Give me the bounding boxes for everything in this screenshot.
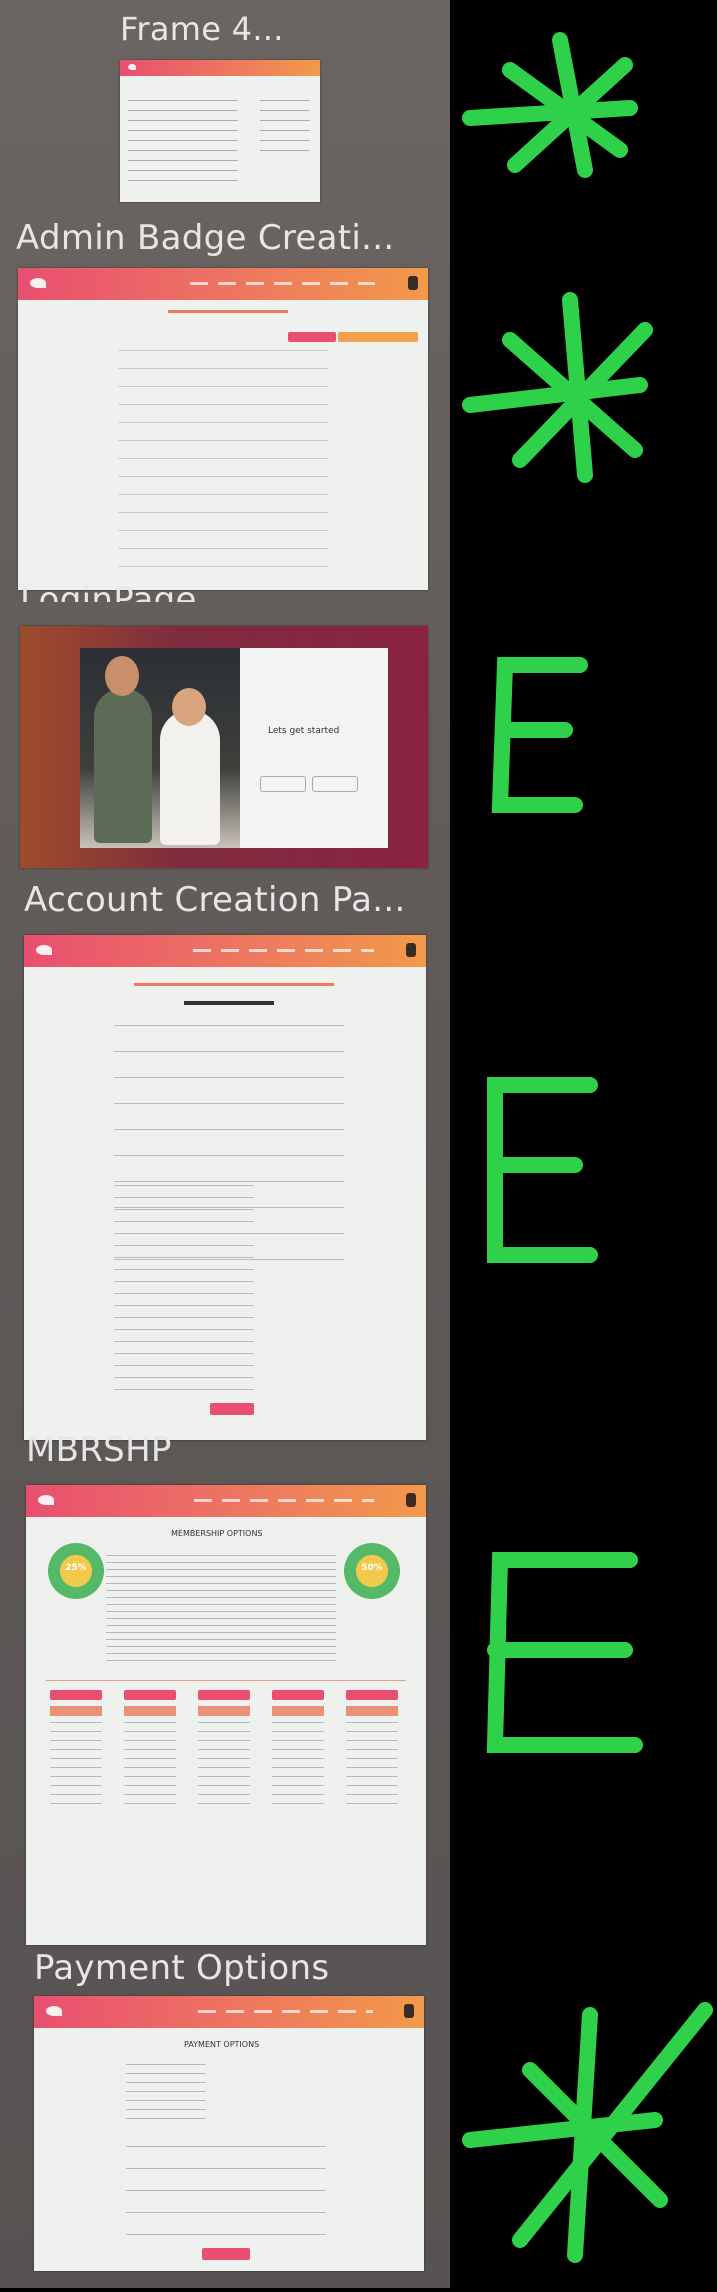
discount-badge-right: 50% — [344, 1543, 400, 1599]
account-title-placeholder — [134, 983, 334, 986]
frame-thumb-payment-options[interactable]: PAYMENT OPTIONS — [34, 1996, 424, 2271]
logo-icon — [38, 1495, 54, 1505]
badge-table — [118, 350, 328, 580]
logo-icon — [128, 64, 136, 70]
frame-label-account-creation[interactable]: Account Creation Pa... — [24, 880, 406, 920]
annotation-area — [450, 0, 717, 2288]
gear-icon — [406, 1493, 416, 1507]
plan-column-4[interactable] — [272, 1690, 324, 1812]
mark-star-1 — [462, 32, 638, 178]
gear-icon — [406, 943, 416, 957]
mark-letter-e-3 — [486, 1552, 643, 1753]
mark-letter-e-2 — [487, 1077, 598, 1263]
mark-star-3 — [462, 2002, 713, 2263]
mark-star-2 — [462, 292, 653, 483]
logo-icon — [36, 945, 52, 955]
nav-links — [190, 282, 375, 285]
create-badge-button[interactable] — [338, 332, 418, 342]
frame-thumb-frame4[interactable] — [120, 60, 320, 202]
payment-heading: PAYMENT OPTIONS — [184, 2040, 260, 2049]
account-subtitle-placeholder — [184, 1001, 274, 1005]
signup-button[interactable] — [312, 776, 358, 792]
nav-links — [192, 949, 374, 952]
payment-method-list — [126, 2064, 206, 2124]
handwritten-marks — [462, 32, 713, 2263]
frame-thumb-account-creation[interactable] — [24, 935, 426, 1440]
gear-icon — [408, 276, 418, 290]
search-field[interactable] — [288, 332, 336, 342]
frame-label-frame4[interactable]: Frame 4... — [120, 10, 284, 48]
frames-panel: Frame 4... Admin Badge Creati... LoginPa… — [0, 0, 450, 2288]
frame-label-admin-badge[interactable]: Admin Badge Creati... — [16, 218, 394, 258]
login-button[interactable] — [260, 776, 306, 792]
plan-column-3[interactable] — [198, 1690, 250, 1812]
membership-heading: MEMBERSHIP OPTIONS — [171, 1529, 263, 1538]
discount-badge-left: 25% — [48, 1543, 104, 1599]
frame-label-login[interactable]: LoginPage — [20, 580, 197, 602]
frame-label-mbrshp[interactable]: MBRSHP — [26, 1430, 172, 1470]
pay-button[interactable] — [202, 2248, 250, 2260]
logo-icon — [30, 278, 46, 288]
login-heading: Lets get started — [268, 726, 340, 736]
account-options-list — [114, 1185, 254, 1395]
membership-description — [106, 1555, 336, 1665]
logo-icon — [46, 2006, 62, 2016]
gear-icon — [404, 2004, 414, 2018]
frame-thumb-login[interactable]: Lets get started — [20, 626, 428, 868]
mark-letter-e-1 — [491, 657, 588, 813]
badge-title-placeholder — [168, 310, 288, 313]
create-account-button[interactable] — [210, 1403, 254, 1415]
nav-links — [194, 1499, 374, 1502]
frame-thumb-mbrshp[interactable]: MEMBERSHIP OPTIONS 25% 50% — [26, 1485, 426, 1945]
frame-label-payment-options[interactable]: Payment Options — [34, 1948, 329, 1988]
plan-column-2[interactable] — [124, 1690, 176, 1812]
nav-links — [197, 2010, 374, 2013]
plan-column-5[interactable] — [346, 1690, 398, 1812]
payment-form — [126, 2146, 326, 2236]
plan-column-1[interactable] — [50, 1690, 102, 1812]
login-photo — [80, 648, 240, 848]
frame-thumb-admin-badge[interactable] — [18, 268, 428, 590]
login-card: Lets get started — [240, 648, 388, 848]
